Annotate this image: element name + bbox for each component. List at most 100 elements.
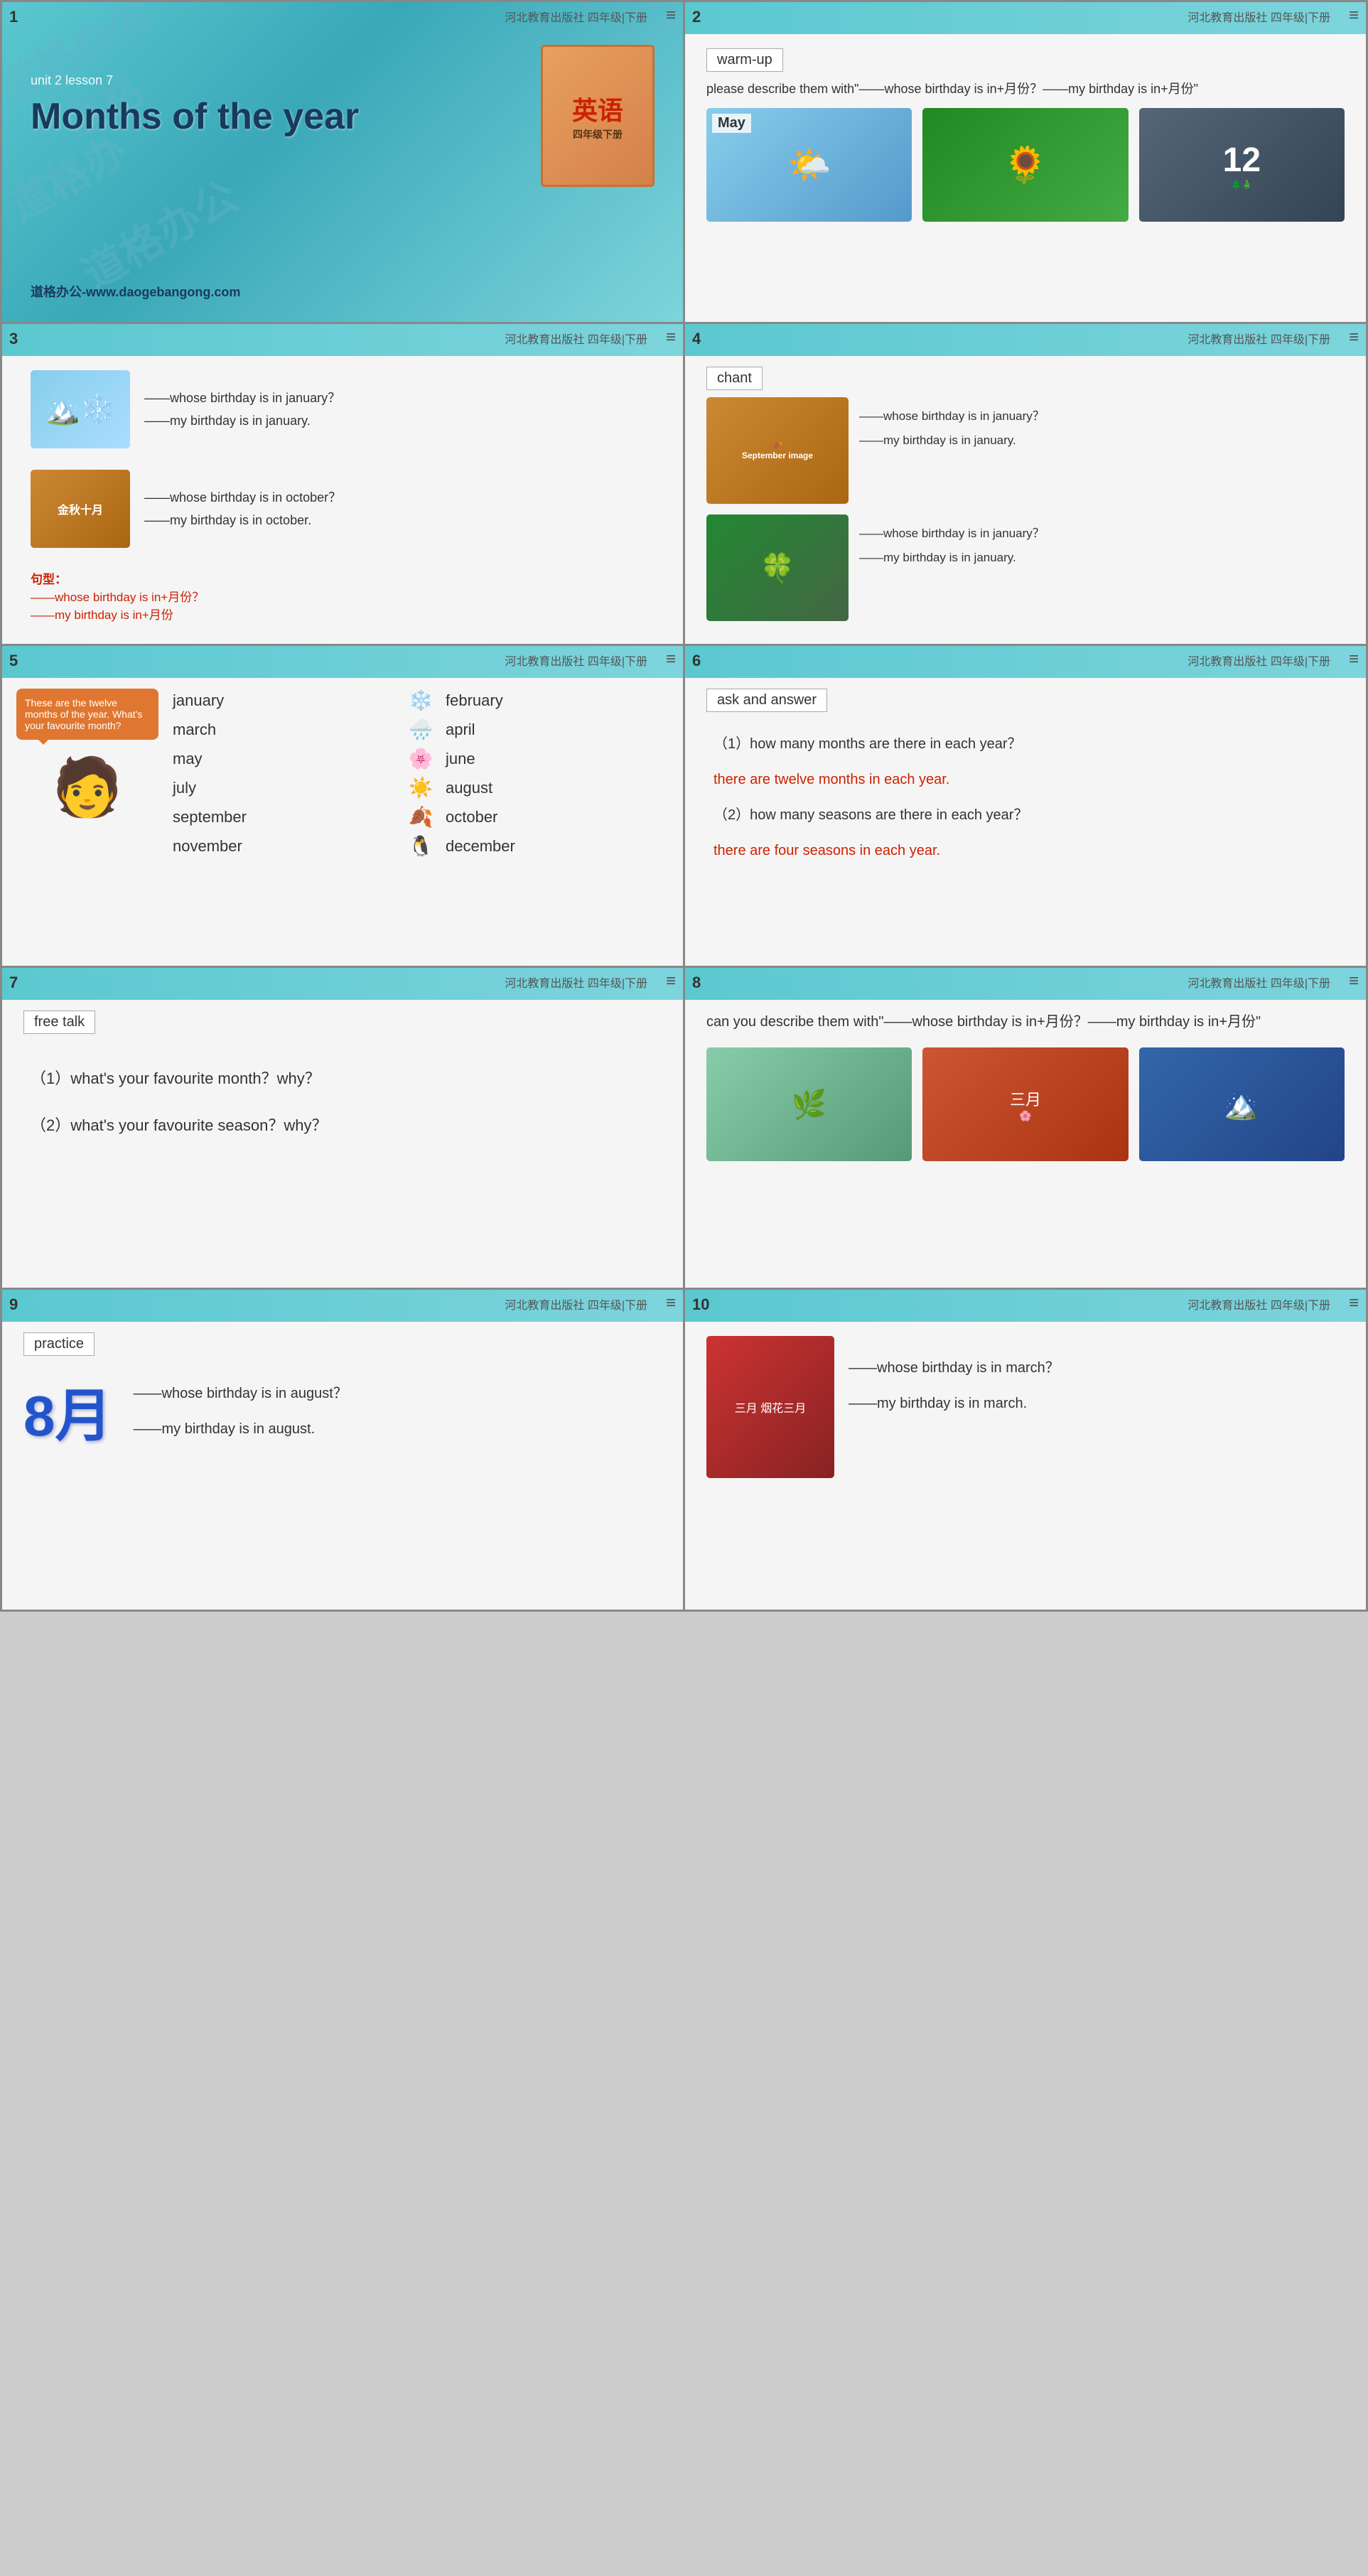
slide-8-images: 🌿 三月 🌸 🏔️: [685, 1047, 1366, 1161]
slide-2-cal-number: 12: [1223, 141, 1261, 180]
month-august: august: [446, 779, 669, 797]
slide-5-watermark-icon: ≡: [666, 650, 676, 669]
slide-3-oct-text: ——whose birthday is in october？ ——my bir…: [144, 486, 341, 532]
slide-2-header: 河北教育出版社 四年级|下册: [1187, 8, 1330, 25]
slide-2: 2 河北教育出版社 四年级|下册 ≡ warm-up please descri…: [685, 2, 1366, 322]
slide-4-header: 河北教育出版社 四年级|下册: [1187, 330, 1330, 347]
slide-5-header: 河北教育出版社 四年级|下册: [505, 652, 647, 669]
month-icon-4: ☀️: [399, 776, 442, 799]
slide-10-content: 三月 烟花三月 ——whose birthday is in march？ ——…: [685, 1336, 1366, 1478]
slide-2-warmup-tag: warm-up: [706, 48, 783, 72]
slide-7: 7 河北教育出版社 四年级|下册 ≡ free talk （1）what's y…: [2, 968, 683, 1288]
slide-1-watermark-icon: ≡: [666, 6, 676, 26]
slide-1-book: 英语 四年级下册: [541, 45, 655, 187]
slide-4-qa2: ——whose birthday is in january？ ——my bir…: [859, 514, 1345, 621]
month-january: january: [173, 691, 396, 710]
slide-6-ask-tag: ask and answer: [706, 689, 827, 712]
slide-8: 8 河北教育出版社 四年级|下册 ≡ can you describe them…: [685, 968, 1366, 1288]
slide-3-oct-q: ——whose birthday is in october？: [144, 486, 341, 509]
slide-3-qa-row-2: 金秋十月 ——whose birthday is in october？ ——m…: [31, 470, 655, 548]
slide-3-content: 🏔️❄️ ——whose birthday is in january？ ——m…: [2, 370, 683, 623]
slide-10-qa-a: ——my birthday is in march.: [849, 1386, 1060, 1421]
slide-3-pattern-a: ——my birthday is in+月份: [31, 605, 655, 623]
slides-grid: 1 河北教育出版社 四年级|下册 ≡ 道格办公 道格 道格办 道格办公 unit…: [0, 0, 1368, 1612]
slide-1-header: 河北教育出版社 四年级|下册: [505, 8, 647, 25]
slide-1: 1 河北教育出版社 四年级|下册 ≡ 道格办公 道格 道格办 道格办公 unit…: [2, 2, 683, 322]
slide-3-jan-q: ——whose birthday is in january？: [144, 387, 340, 409]
month-april: april: [446, 721, 669, 739]
slide-1-subtitle: unit 2 lesson 7: [31, 73, 359, 88]
slide-5-bubble: These are the twelve months of the year.…: [16, 689, 158, 740]
slide-9-header: 河北教育出版社 四年级|下册: [505, 1295, 647, 1313]
slide-2-watermark-icon: ≡: [1349, 6, 1359, 26]
slide-5: 5 河北教育出版社 四年级|下册 ≡ These are the twelve …: [2, 646, 683, 966]
slide-6-a1: there are twelve months in each year.: [713, 762, 1337, 797]
slide-2-may-label: May: [712, 114, 751, 133]
slide-9: 9 河北教育出版社 四年级|下册 ≡ practice 8月 ——whose b…: [2, 1290, 683, 1610]
watermark-4: 道格办公: [69, 163, 247, 301]
slide-4-row1-a: ——my birthday is in january.: [859, 429, 1345, 453]
slide-4-row2-a: ——my birthday is in january.: [859, 546, 1345, 570]
slide-1-website: 道格办公-www.daogebangong.com: [31, 282, 240, 301]
slide-3-jan-img: 🏔️❄️: [31, 370, 130, 448]
slide-8-header: 河北教育出版社 四年级|下册: [1187, 974, 1330, 991]
slide-9-content: 8月 ——whose birthday is in august？ ——my b…: [2, 1370, 683, 1453]
slide-10-qa-q: ——whose birthday is in march？: [849, 1350, 1060, 1386]
slide-5-months: january ❄️ february march 🌧️ april may 🌸…: [173, 689, 669, 858]
slide-7-number: 7: [9, 974, 18, 992]
slide-1-book-inner: 英语 四年级下册: [572, 90, 623, 141]
slide-5-number: 5: [9, 652, 18, 670]
slide-2-number: 2: [692, 8, 701, 26]
slide-7-qa-content: （1）what's your favourite month？why？ （2）w…: [2, 1055, 683, 1149]
slide-10-qa-text: ——whose birthday is in march？ ——my birth…: [849, 1336, 1060, 1421]
slide-3-jan-text: ——whose birthday is in january？ ——my bir…: [144, 387, 340, 433]
month-september: september: [173, 808, 396, 826]
slide-4-row2-q: ——whose birthday is in january？: [859, 522, 1345, 546]
slide-8-img2-text: 三月: [1010, 1087, 1041, 1110]
slide-4-chant-tag: chant: [706, 367, 763, 390]
month-icon-6: 🐧: [399, 834, 442, 858]
month-icon-3: 🌸: [399, 747, 442, 770]
slide-7-q2: （2）what's your favourite season？why？: [31, 1102, 655, 1149]
slide-6-qa-content: （1）how many months are there in each yea…: [685, 726, 1366, 868]
slide-9-practice-tag: practice: [23, 1332, 95, 1356]
slide-2-img-may: May 🌤️: [706, 108, 912, 222]
slide-6: 6 河北教育出版社 四年级|下册 ≡ ask and answer （1）how…: [685, 646, 1366, 966]
slide-2-images-row: May 🌤️ 🌻 12 🌲🎄: [685, 108, 1366, 222]
month-july: july: [173, 779, 396, 797]
slide-4-content-2: 🍀 ——whose birthday is in january？ ——my b…: [685, 504, 1366, 621]
slide-6-q2: （2）how many seasons are there in each ye…: [713, 797, 1337, 833]
slide-3-watermark-icon: ≡: [666, 328, 676, 347]
slide-1-number: 1: [9, 8, 18, 26]
slide-3-oct-a: ——my birthday is in october.: [144, 509, 341, 532]
slide-5-figure: 🧑: [16, 754, 158, 821]
slide-2-img-calendar: 12 🌲🎄: [1139, 108, 1345, 222]
slide-3-pattern: 句型： ——whose birthday is in+月份？ ——my birt…: [31, 569, 655, 623]
slide-3-pattern-title: 句型：: [31, 569, 655, 587]
slide-3-header: 河北教育出版社 四年级|下册: [505, 330, 647, 347]
slide-8-number: 8: [692, 974, 701, 992]
slide-3-pattern-q: ——whose birthday is in+月份？: [31, 587, 655, 605]
slide-4-img1: 🍂September image: [706, 397, 849, 504]
slide-7-header: 河北教育出版社 四年级|下册: [505, 974, 647, 991]
slide-3-jan-a: ——my birthday is in january.: [144, 409, 340, 432]
slide-10: 10 河北教育出版社 四年级|下册 ≡ 三月 烟花三月 ——whose birt…: [685, 1290, 1366, 1610]
month-icon-5: 🍂: [399, 805, 442, 829]
slide-2-instruction: please describe them with"——whose birthd…: [685, 79, 1366, 97]
slide-10-header: 河北教育出版社 四年级|下册: [1187, 1295, 1330, 1313]
slide-3-number: 3: [9, 330, 18, 348]
slide-4-watermark-icon: ≡: [1349, 328, 1359, 347]
month-icon-1: ❄️: [399, 689, 442, 712]
slide-4-content-1: 🍂September image ——whose birthday is in …: [685, 397, 1366, 504]
slide-9-aug-icon: 8月: [23, 1370, 112, 1453]
slide-4-number: 4: [692, 330, 701, 348]
slide-4-qa1: ——whose birthday is in january？ ——my bir…: [859, 397, 1345, 504]
slide-1-main-title: Months of the year: [31, 95, 359, 138]
slide-8-img2: 三月 🌸: [922, 1047, 1128, 1161]
slide-9-qa-q: ——whose birthday is in august？: [134, 1376, 348, 1411]
slide-4-row1-q: ——whose birthday is in january？: [859, 404, 1345, 429]
slide-8-img2-sub: 🌸: [1019, 1110, 1031, 1122]
slide-1-book-sub: 四年级下册: [572, 127, 623, 141]
slide-6-header: 河北教育出版社 四年级|下册: [1187, 652, 1330, 669]
slide-1-title-box: unit 2 lesson 7 Months of the year: [31, 73, 359, 138]
